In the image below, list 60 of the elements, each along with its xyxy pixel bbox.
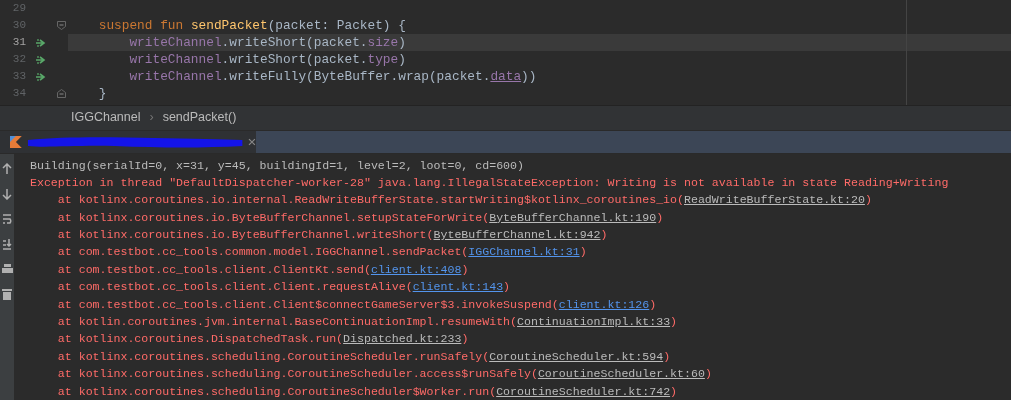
stack-frame: at kotlinx.coroutines.scheduling.CoroutineScheduler.access$runSafely( — [30, 365, 538, 383]
kotlin-icon — [10, 135, 22, 148]
closing-paren: ) — [503, 279, 511, 296]
source-link[interactable]: IGGChannel.kt:31 — [468, 243, 580, 261]
closing-paren: ) — [600, 227, 608, 244]
fold-icon[interactable] — [56, 21, 66, 30]
closing-paren: ) — [670, 383, 678, 400]
scroll-to-end-icon[interactable] — [2, 237, 12, 250]
closing-paren: ) — [461, 331, 469, 348]
stack-frame: at com.testbot.cc_tools.client.Client.requestAlive( — [30, 278, 413, 296]
trash-icon[interactable] — [2, 287, 12, 300]
stack-frame: at com.testbot.cc_tools.client.Client$connectGameServer$3.invokeSuspend( — [30, 295, 559, 314]
stack-frame: at kotlinx.coroutines.io.ByteBufferChannel.setupStateForWrite( — [30, 208, 490, 227]
line-number: 29 — [11, 1, 26, 17]
source-link[interactable]: ContinuationImpl.kt:33 — [517, 313, 671, 331]
console-line: Building(serialId=0, x=31, y=45, buildingId=1, level=2, loot=0, cd=600) — [30, 157, 525, 174]
fold-icon[interactable] — [56, 89, 66, 98]
stack-frame: at kotlinx.coroutines.DispatchedTask.run( — [30, 330, 344, 348]
breadcrumb-item[interactable]: IGGChannel — [71, 108, 141, 127]
up-arrow-icon[interactable] — [2, 162, 12, 175]
closing-paren: ) — [670, 314, 678, 331]
source-link[interactable]: CoroutineScheduler.kt:742 — [496, 382, 671, 400]
closing-paren: ) — [663, 348, 671, 365]
line-number: 34 — [11, 86, 26, 102]
stack-frame: at kotlinx.coroutines.scheduling.CoroutineScheduler$Worker.run( — [30, 382, 497, 400]
stack-frame: at com.testbot.cc_tools.common.model.IGGChannel.sendPacket( — [30, 243, 469, 261]
breadcrumb-item[interactable]: sendPacket() — [162, 108, 237, 127]
closing-paren: ) — [656, 209, 664, 226]
line-number: 30 — [11, 18, 26, 34]
soft-wrap-icon[interactable] — [2, 212, 12, 225]
closing-paren: ) — [579, 244, 587, 261]
arrow-icon[interactable] — [35, 71, 47, 82]
closing-paren: ) — [864, 192, 872, 209]
error-message: Exception in thread "DefaultDispatcher-worker-28" java.lang.IllegalStateException: Writing is not available in state Reading+Writing — [30, 174, 949, 191]
line-number: 33 — [11, 69, 26, 85]
source-link[interactable]: ByteBufferChannel.kt:942 — [433, 226, 601, 244]
stack-frame: at com.testbot.cc_tools.client.ClientKt.send( — [30, 260, 371, 279]
stack-frame: at kotlin.coroutines.jvm.internal.BaseContinuationImpl.resumeWith( — [30, 313, 518, 331]
stack-frame: at kotlinx.coroutines.io.internal.ReadWriteBufferState.startWriting$kotlinx_coroutines_io( — [30, 191, 684, 209]
stack-frame: at kotlinx.coroutines.scheduling.CoroutineScheduler.runSafely( — [30, 347, 490, 366]
print-icon[interactable] — [1, 262, 13, 275]
source-link[interactable]: client.kt:408 — [370, 260, 462, 279]
stack-frame: at kotlinx.coroutines.io.ByteBufferChannel.writeShort( — [30, 226, 434, 244]
breadcrumb-separator: › — [149, 109, 154, 127]
arrow-icon[interactable] — [35, 37, 47, 48]
source-link[interactable]: CoroutineScheduler.kt:594 — [489, 347, 664, 366]
arrow-icon[interactable] — [35, 54, 47, 65]
source-link[interactable]: ReadWriteBufferState.kt:20 — [684, 191, 865, 209]
down-arrow-icon[interactable] — [2, 187, 12, 200]
line-number: 31 — [11, 35, 26, 51]
close-icon[interactable] — [248, 137, 256, 146]
line-number: 32 — [11, 52, 26, 68]
source-link[interactable]: ByteBufferChannel.kt:190 — [489, 208, 657, 227]
source-link[interactable]: Dispatched.kt:233 — [343, 330, 462, 348]
source-link[interactable]: CoroutineScheduler.kt:60 — [537, 365, 705, 383]
closing-paren: ) — [649, 296, 657, 313]
source-link[interactable]: client.kt:143 — [412, 278, 504, 296]
closing-paren: ) — [461, 261, 469, 278]
closing-paren: ) — [704, 366, 712, 383]
source-link[interactable]: client.kt:126 — [558, 295, 650, 314]
